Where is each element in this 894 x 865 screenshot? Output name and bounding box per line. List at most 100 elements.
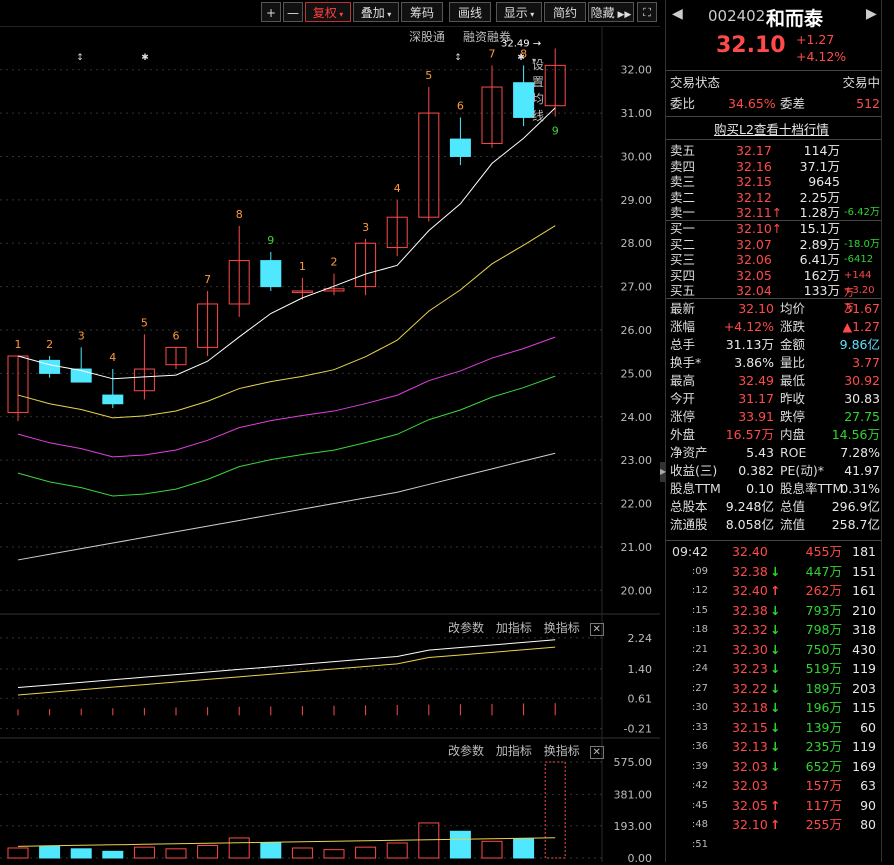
tick-time: :36 xyxy=(691,741,708,752)
stat-value: 9.248亿 xyxy=(725,499,774,514)
volume-tick-label: 575.00 xyxy=(614,756,653,769)
kline-chart-area[interactable]: 32.00 31.00 30.00 29.00 28.00 27.00 26.00 25.00… xyxy=(0,0,660,865)
side-tab-strip[interactable] xyxy=(881,0,894,862)
tick-count: 430 xyxy=(852,641,876,657)
xianshi-dropdown[interactable]: 显示 ▾ xyxy=(496,2,542,22)
tick-volume: 157万 xyxy=(805,778,842,793)
weibi-label: 委比 xyxy=(670,96,696,111)
tick-row: :39 32.03 ↓ 652万 169 xyxy=(670,758,880,776)
last-price: 32.10 xyxy=(716,33,786,58)
chart-toolbar: + — 复权 ▾ 叠加 ▾ 筹码 画线 显示 ▾ 简约 隐藏 ▶▶ ⛶ xyxy=(0,0,660,27)
tick-count: 115 xyxy=(852,700,876,715)
tick-row: :27 32.22 ↓ 189万 203 xyxy=(670,680,880,698)
stat-row: 外盘 16.57万 内盘 14.56万 xyxy=(670,426,880,444)
tick-count: 119 xyxy=(852,739,876,754)
sub1-add-button[interactable]: 加指标 xyxy=(496,621,532,635)
close-icon[interactable]: ✕ xyxy=(589,746,604,759)
yincang-button[interactable]: 隐藏 ▶▶ xyxy=(588,2,634,22)
volume-bar xyxy=(481,840,503,859)
fuquan-label: 复权 xyxy=(312,6,337,20)
weicha-value: 512 xyxy=(856,96,880,111)
tick-row: :15 32.38 ↓ 793万 210 xyxy=(670,602,880,620)
diejia-dropdown[interactable]: 叠加 ▾ xyxy=(353,2,399,22)
stat-value: 41.97 xyxy=(844,463,880,478)
tick-time: :45 xyxy=(691,799,708,811)
stat-value: 32.10 xyxy=(738,301,774,316)
td-count-label: 6 xyxy=(173,329,180,342)
chevron-down-icon: ▾ xyxy=(336,10,344,19)
tick-count: 151 xyxy=(852,563,876,579)
tick-time: :09 xyxy=(691,565,708,577)
tick-volume: 189万 xyxy=(805,680,842,696)
stock-code: 002402 xyxy=(708,7,766,25)
tick-count: 181 xyxy=(852,544,876,559)
sub2-add-button[interactable]: 加指标 xyxy=(496,744,532,758)
sub1-switch-button[interactable]: 换指标 xyxy=(544,621,580,635)
tick-row: :51 xyxy=(670,836,880,854)
stat-value: 0.10 xyxy=(746,481,774,496)
event-marker-icon: ✱ xyxy=(517,53,525,63)
volume-bar xyxy=(102,850,124,859)
zoom-in-button[interactable]: + xyxy=(261,2,281,22)
tick-price: 32.30 xyxy=(732,641,768,657)
stat-label: 总股本 xyxy=(670,499,708,514)
next-stock-icon[interactable]: ▶ xyxy=(866,6,877,22)
fuquan-dropdown[interactable]: 复权 ▾ xyxy=(305,2,351,22)
tick-row: :48 32.10 ↑ 255万 80 xyxy=(670,816,880,834)
rongzi-link[interactable]: 融资融券 xyxy=(463,28,511,45)
price-tick-label: 29.00 xyxy=(621,194,653,207)
chevron-down-icon: ▾ xyxy=(384,10,392,19)
stat-label: 最新 xyxy=(670,301,696,316)
tick-price: 32.32 xyxy=(732,622,768,637)
stat-value: 258.7亿 xyxy=(831,517,880,532)
tick-volume: 652万 xyxy=(805,758,842,774)
arrow-down-icon: ↓ xyxy=(770,563,781,579)
shengutong-link[interactable]: 深股通 xyxy=(409,28,445,45)
sub2-param-button[interactable]: 改参数 xyxy=(448,744,484,758)
tick-time: 09:42 xyxy=(672,544,709,559)
candle-body xyxy=(102,394,124,405)
tick-volume: 798万 xyxy=(805,622,842,637)
stat-label: 换手* xyxy=(670,355,702,370)
stat-label: 最高 xyxy=(670,373,696,388)
td-count-label: 3 xyxy=(362,221,369,234)
jiandu-button[interactable]: 简约 xyxy=(544,2,586,22)
td-count-label: 5 xyxy=(425,69,432,82)
buy-level-label: 买五 xyxy=(670,283,696,298)
prev-stock-icon[interactable]: ◀ xyxy=(672,6,683,22)
chouma-button[interactable]: 筹码 xyxy=(401,2,443,22)
huaxian-button[interactable]: 画线 xyxy=(449,2,491,22)
tick-count: 318 xyxy=(852,622,876,637)
collapse-panel-icon[interactable]: ▶ xyxy=(660,462,666,482)
stat-label: 收益(三) xyxy=(670,463,718,478)
close-icon[interactable]: ✕ xyxy=(589,623,604,636)
arrow-down-icon: ↓ xyxy=(770,661,781,676)
weibi-row: 委比 34.65% 委差 512 xyxy=(670,95,880,113)
l2-upgrade-link[interactable]: 购买L2查看十档行情 xyxy=(714,119,829,138)
zoom-out-button[interactable]: — xyxy=(283,2,303,22)
tick-count: 210 xyxy=(852,602,876,618)
arrow-down-icon: ↓ xyxy=(770,602,781,618)
tick-time: :30 xyxy=(691,702,708,713)
sub1-param-button[interactable]: 改参数 xyxy=(448,621,484,635)
tick-volume: 262万 xyxy=(805,583,842,598)
stat-label: 量比 xyxy=(780,355,806,370)
tick-count: 161 xyxy=(852,583,876,598)
quote-panel: ◀ ▶ 002402 和而泰 32.10 +1.27 +4.12% 交易状态 交… xyxy=(665,0,882,862)
td-count-label: 8 xyxy=(236,208,243,221)
stat-row: 净资产 5.43 ROE 7.28% xyxy=(670,444,880,462)
volume-bar xyxy=(228,837,250,859)
status-value: 交易中 xyxy=(842,75,880,90)
stat-value: 14.56万 xyxy=(831,427,880,442)
fullscreen-icon[interactable]: ⛶ xyxy=(637,2,657,22)
stat-value: 8.058亿 xyxy=(725,517,774,532)
stat-value: 31.17 xyxy=(738,391,774,406)
price-tick-label: 30.00 xyxy=(621,150,653,163)
tick-count: 203 xyxy=(852,680,876,696)
kline-chart-svg[interactable]: 32.0031.0030.0029.0028.0027.0026.0025.00… xyxy=(0,0,660,865)
stat-value: 296.9亿 xyxy=(831,499,880,514)
weicha-label: 委差 xyxy=(780,96,806,111)
sub2-switch-button[interactable]: 换指标 xyxy=(544,744,580,758)
stat-label: PE(动)* xyxy=(780,463,824,478)
tick-row: :09 32.38 ↓ 447万 151 xyxy=(670,563,880,581)
